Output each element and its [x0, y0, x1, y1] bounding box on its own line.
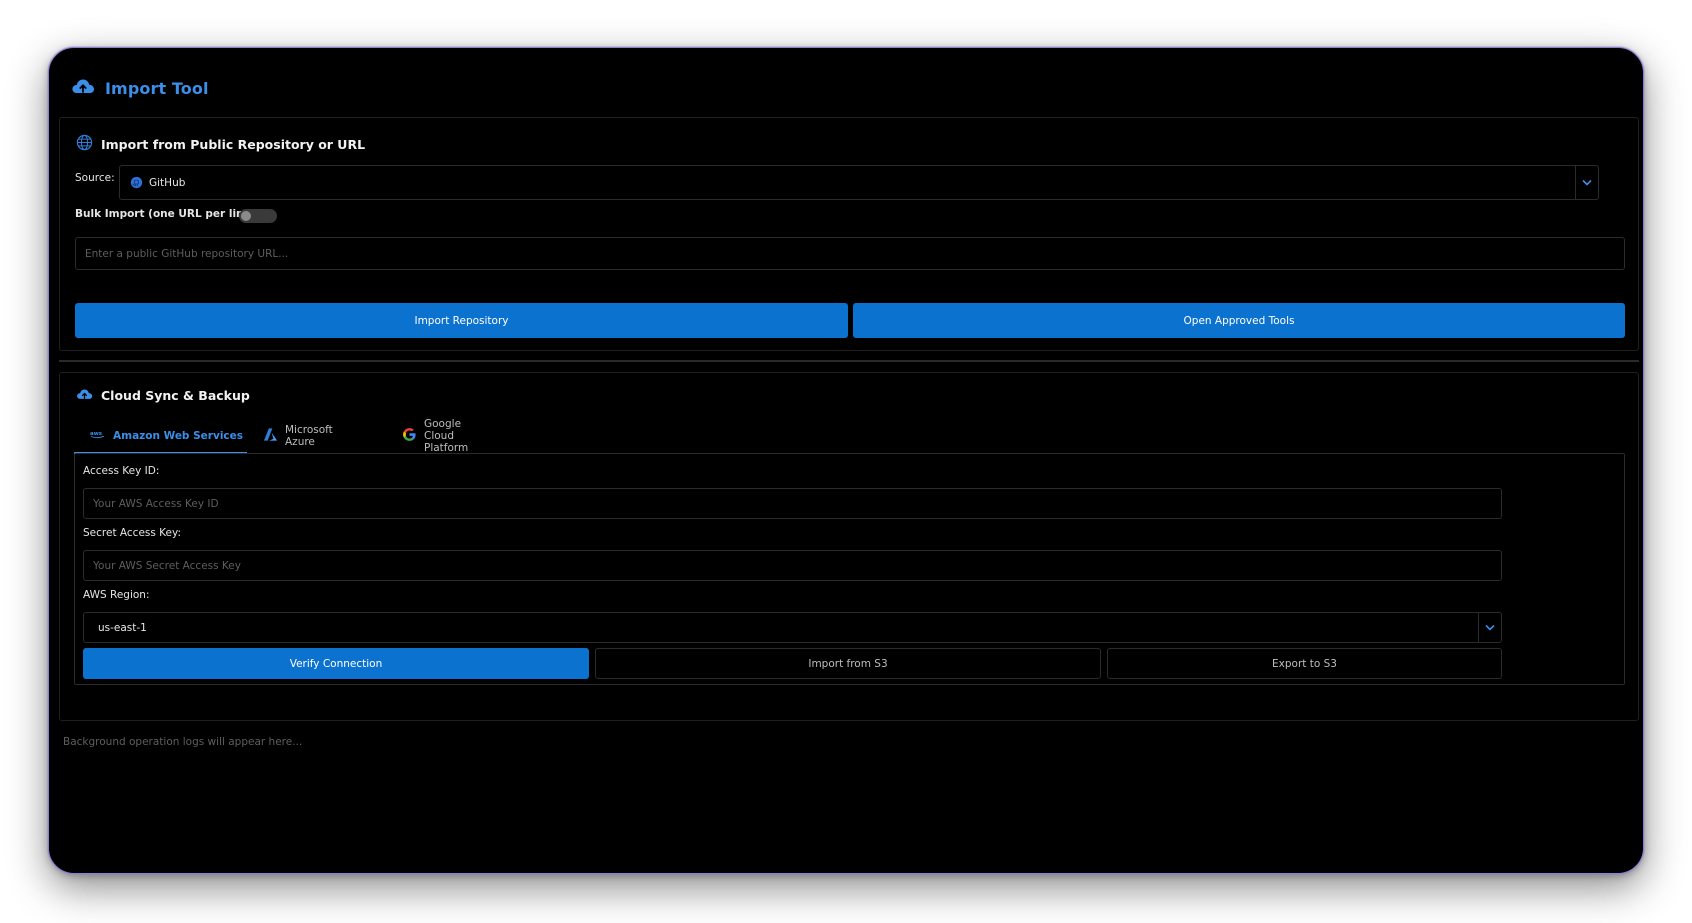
cloud-section-title: Cloud Sync & Backup — [101, 388, 250, 403]
source-select[interactable]: GitHub — [119, 165, 1599, 200]
repository-url-placeholder: Enter a public GitHub repository URL... — [85, 247, 289, 260]
cloud-upload-icon — [71, 76, 95, 100]
cloud-section-header: Cloud Sync & Backup — [76, 387, 250, 404]
import-repository-button[interactable]: Import Repository — [75, 303, 848, 338]
github-icon — [130, 176, 143, 189]
secret-key-placeholder: Your AWS Secret Access Key — [93, 559, 241, 572]
import-panel: Import from Public Repository or URL Sou… — [59, 117, 1639, 351]
bulk-import-toggle[interactable] — [239, 209, 277, 223]
cloud-sync-panel: Cloud Sync & Backup aws Amazon Web Servi… — [59, 372, 1639, 721]
import-section-header: Import from Public Repository or URL — [76, 134, 365, 154]
source-label: Source: — [75, 172, 115, 184]
region-dropdown-toggle[interactable] — [1478, 613, 1501, 642]
region-label: AWS Region: — [83, 589, 150, 601]
access-key-placeholder: Your AWS Access Key ID — [93, 497, 219, 510]
section-divider — [59, 360, 1639, 362]
log-output-placeholder: Background operation logs will appear he… — [63, 736, 303, 748]
access-key-label: Access Key ID: — [83, 465, 160, 477]
aws-icon: aws — [89, 429, 106, 442]
access-key-input[interactable]: Your AWS Access Key ID — [83, 488, 1502, 519]
open-approved-tools-button[interactable]: Open Approved Tools — [853, 303, 1625, 338]
chevron-down-icon — [1582, 177, 1592, 189]
toggle-knob — [241, 211, 251, 221]
tab-gcp-label: Google Cloud Platform — [424, 417, 469, 454]
tab-aws[interactable]: aws Amazon Web Services — [74, 418, 247, 454]
tab-azure-label: Microsoft Azure — [285, 423, 333, 448]
azure-icon — [263, 427, 278, 445]
secret-key-input[interactable]: Your AWS Secret Access Key — [83, 550, 1502, 581]
svg-text:aws: aws — [90, 431, 103, 437]
export-to-s3-button[interactable]: Export to S3 — [1107, 648, 1502, 679]
chevron-down-icon — [1485, 622, 1495, 634]
import-section-title: Import from Public Repository or URL — [101, 136, 366, 152]
import-tool-window: Import Tool Import from Public Repositor… — [48, 47, 1644, 874]
tab-aws-label: Amazon Web Services — [113, 429, 244, 442]
app-header: Import Tool — [71, 70, 209, 106]
region-value: us-east-1 — [98, 621, 147, 634]
cloud-upload-icon — [76, 387, 93, 404]
tab-gcp[interactable]: Google Cloud Platform — [402, 417, 469, 454]
import-from-s3-button[interactable]: Import from S3 — [595, 648, 1101, 679]
region-select[interactable]: us-east-1 — [83, 612, 1502, 643]
source-dropdown-toggle[interactable] — [1575, 166, 1598, 199]
secret-key-label: Secret Access Key: — [83, 527, 181, 539]
verify-connection-button[interactable]: Verify Connection — [83, 648, 589, 679]
aws-tab-panel: Access Key ID: Your AWS Access Key ID Se… — [74, 453, 1625, 685]
bulk-import-label: Bulk Import (one URL per line) — [75, 208, 256, 220]
repository-url-input[interactable]: Enter a public GitHub repository URL... — [75, 237, 1625, 270]
app-title: Import Tool — [105, 78, 209, 98]
google-icon — [402, 427, 417, 445]
tab-azure[interactable]: Microsoft Azure — [263, 418, 333, 453]
globe-icon — [76, 134, 93, 154]
source-value: GitHub — [149, 176, 186, 189]
